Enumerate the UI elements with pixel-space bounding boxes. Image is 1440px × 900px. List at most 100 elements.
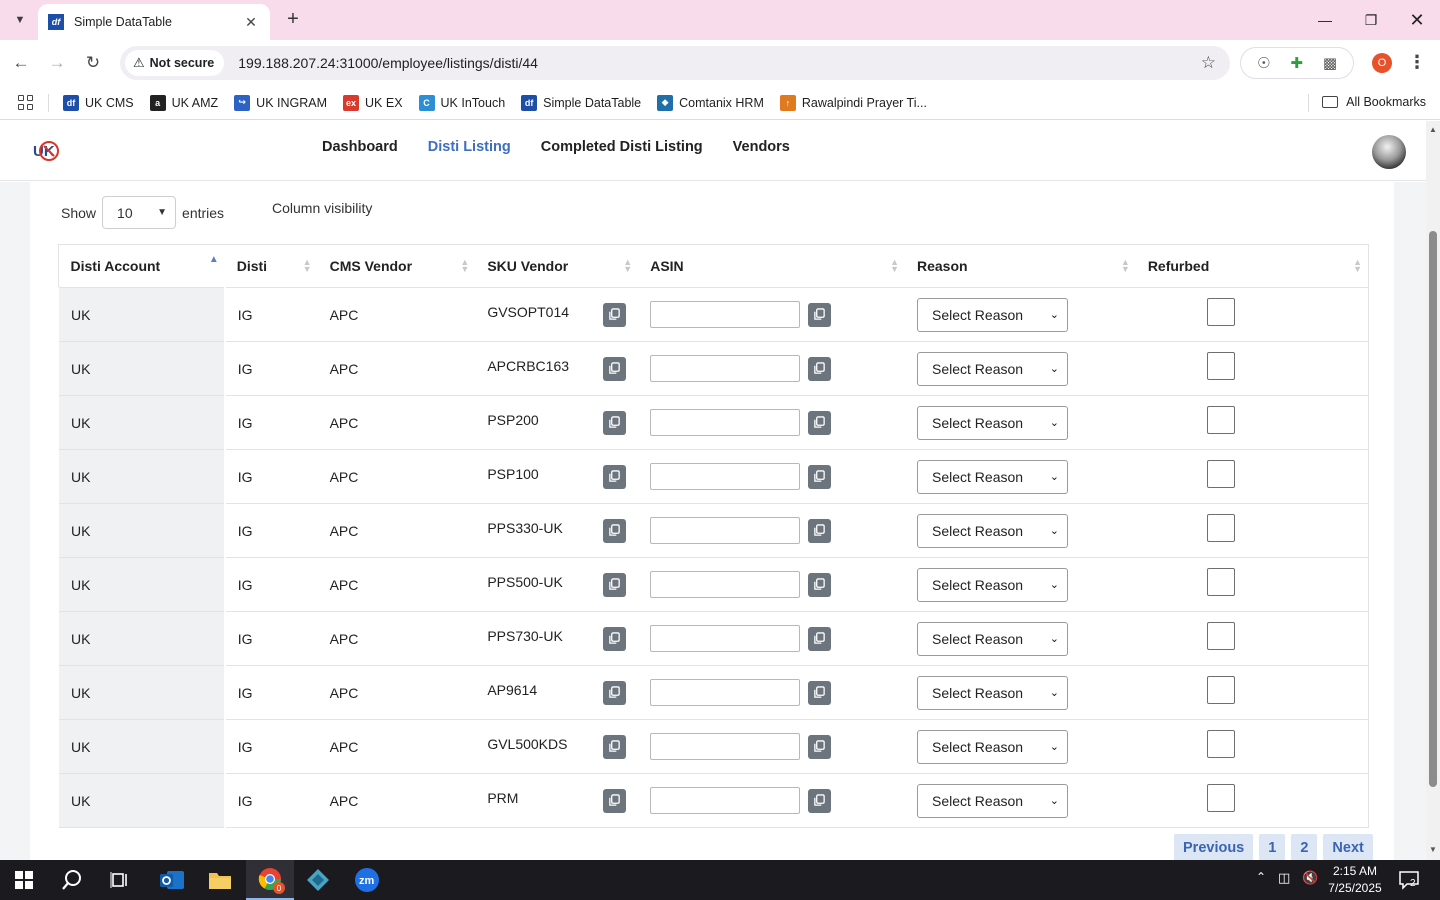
page-1-button[interactable]: 1	[1259, 834, 1286, 860]
copy-sku-icon[interactable]	[603, 572, 627, 597]
bookmark-4[interactable]: C UK InTouch	[418, 94, 505, 111]
entries-select[interactable]: 10 ▼	[102, 196, 177, 229]
system-clock[interactable]: 2:15 AM 7/25/2025	[1328, 863, 1382, 897]
paste-asin-icon[interactable]	[808, 626, 832, 651]
globe-extension-icon[interactable]: ☉	[1257, 54, 1270, 72]
zoom-icon[interactable]: zm	[343, 860, 391, 900]
reason-select[interactable]: Select Reason ⌄	[917, 297, 1068, 332]
browser-tab[interactable]: df Simple DataTable ✕	[38, 4, 270, 40]
tray-chevron-up-icon[interactable]: ⌃	[1256, 870, 1266, 884]
refurbed-checkbox[interactable]	[1206, 783, 1235, 812]
copy-sku-icon[interactable]	[603, 734, 627, 759]
vscode-like-icon[interactable]	[294, 860, 342, 900]
new-tab-plus-icon[interactable]: +	[282, 8, 304, 30]
column-visibility-button[interactable]: Column visibility	[272, 200, 372, 216]
paste-asin-icon[interactable]	[808, 410, 832, 435]
profile-avatar-icon[interactable]: O	[1372, 53, 1392, 73]
previous-page-button[interactable]: Previous	[1174, 834, 1254, 860]
notifications-icon[interactable]: 2	[1398, 869, 1420, 894]
tab-close-icon[interactable]: ✕	[242, 14, 260, 31]
header-sku-vendor[interactable]: SKU Vendor ▲ ▼	[475, 244, 639, 288]
paste-asin-icon[interactable]	[808, 788, 832, 813]
asin-input[interactable]	[650, 517, 801, 544]
next-page-button[interactable]: Next	[1323, 834, 1373, 860]
address-bar[interactable]: ⚠ Not secure 199.188.207.24:31000/employ…	[120, 46, 1230, 80]
nav-dashboard[interactable]: Dashboard	[322, 139, 398, 155]
refurbed-checkbox[interactable]	[1206, 621, 1235, 650]
forward-arrow-icon[interactable]: →	[44, 50, 70, 76]
asin-input[interactable]	[650, 733, 801, 760]
restore-icon[interactable]: ❐	[1348, 6, 1394, 34]
asin-input[interactable]	[650, 355, 801, 382]
nav-vendors[interactable]: Vendors	[733, 139, 790, 155]
copy-sku-icon[interactable]	[603, 788, 627, 813]
paste-asin-icon[interactable]	[808, 572, 832, 597]
all-bookmarks-button[interactable]: All Bookmarks	[1322, 95, 1426, 109]
green-plus-extension-icon[interactable]: ✚	[1290, 54, 1303, 72]
scroll-down-icon[interactable]: ▼	[1429, 845, 1437, 854]
page-scrollbar[interactable]: ▲ ▼	[1426, 121, 1440, 860]
chrome-taskbar-icon[interactable]: 0	[246, 860, 294, 900]
outlook-icon[interactable]	[148, 860, 196, 900]
scroll-up-icon[interactable]: ▲	[1429, 125, 1437, 134]
refurbed-checkbox[interactable]	[1206, 297, 1235, 326]
browser-menu-icon[interactable]: ⋮	[1408, 52, 1426, 73]
uk-logo-icon[interactable]: UK	[32, 139, 60, 163]
header-disti-account[interactable]: Disti Account ▲	[58, 244, 225, 288]
window-close-icon[interactable]: ✕	[1394, 6, 1440, 34]
reason-select[interactable]: Select Reason ⌄	[917, 621, 1068, 656]
back-arrow-icon[interactable]: ←	[8, 50, 34, 76]
refurbed-checkbox[interactable]	[1206, 351, 1235, 380]
asin-input[interactable]	[650, 463, 801, 490]
reload-icon[interactable]: ↻	[80, 50, 106, 76]
asin-input[interactable]	[650, 625, 801, 652]
reason-select[interactable]: Select Reason ⌄	[917, 729, 1068, 764]
paste-asin-icon[interactable]	[808, 734, 832, 759]
copy-sku-icon[interactable]	[603, 626, 627, 651]
reason-select[interactable]: Select Reason ⌄	[917, 567, 1068, 602]
reason-select[interactable]: Select Reason ⌄	[917, 513, 1068, 548]
asin-input[interactable]	[650, 301, 801, 328]
windows-start-icon[interactable]	[0, 860, 48, 900]
search-icon[interactable]	[48, 860, 96, 900]
reason-select[interactable]: Select Reason ⌄	[917, 351, 1068, 386]
bookmark-5[interactable]: df Simple DataTable	[521, 94, 641, 111]
asin-input[interactable]	[650, 679, 801, 706]
tab-search-chevron-icon[interactable]: ▼	[8, 8, 32, 32]
page-2-button[interactable]: 2	[1291, 834, 1318, 860]
refurbed-checkbox[interactable]	[1206, 405, 1235, 434]
reason-select[interactable]: Select Reason ⌄	[917, 459, 1068, 494]
copy-sku-icon[interactable]	[603, 518, 627, 543]
refurbed-checkbox[interactable]	[1206, 459, 1235, 488]
header-refurbed[interactable]: Refurbed ▲ ▼	[1135, 244, 1369, 288]
security-chip[interactable]: ⚠ Not secure	[125, 50, 225, 76]
paste-asin-icon[interactable]	[808, 356, 832, 381]
reason-select[interactable]: Select Reason ⌄	[917, 675, 1068, 710]
bookmark-3[interactable]: ex UK EX	[343, 94, 403, 111]
file-explorer-icon[interactable]	[196, 860, 244, 900]
refurbed-checkbox[interactable]	[1206, 567, 1235, 596]
minimize-icon[interactable]: —	[1302, 6, 1348, 34]
asin-input[interactable]	[650, 787, 801, 814]
refurbed-checkbox[interactable]	[1206, 729, 1235, 758]
asin-input[interactable]	[650, 571, 801, 598]
scrollbar-thumb[interactable]	[1429, 231, 1437, 787]
copy-sku-icon[interactable]	[603, 464, 627, 489]
header-reason[interactable]: Reason ▲ ▼	[905, 244, 1136, 288]
user-avatar[interactable]	[1372, 135, 1406, 169]
bookmark-star-icon[interactable]: ☆	[1201, 53, 1216, 73]
paste-asin-icon[interactable]	[808, 518, 832, 543]
header-asin[interactable]: ASIN ▲ ▼	[638, 244, 905, 288]
network-icon[interactable]: ◫	[1278, 870, 1290, 886]
bookmark-7[interactable]: ↑ Rawalpindi Prayer Ti...	[779, 94, 927, 111]
paste-asin-icon[interactable]	[808, 302, 832, 327]
apps-grid-icon[interactable]	[18, 94, 34, 111]
copy-sku-icon[interactable]	[603, 302, 627, 327]
paste-asin-icon[interactable]	[808, 680, 832, 705]
copy-sku-icon[interactable]	[603, 410, 627, 435]
header-cms-vendor[interactable]: CMS Vendor ▲ ▼	[317, 244, 476, 288]
header-disti[interactable]: Disti ▲ ▼	[224, 244, 318, 288]
volume-muted-icon[interactable]: 🔇	[1302, 870, 1318, 886]
bookmark-1[interactable]: a UK AMZ	[149, 94, 218, 111]
task-view-icon[interactable]	[96, 860, 144, 900]
